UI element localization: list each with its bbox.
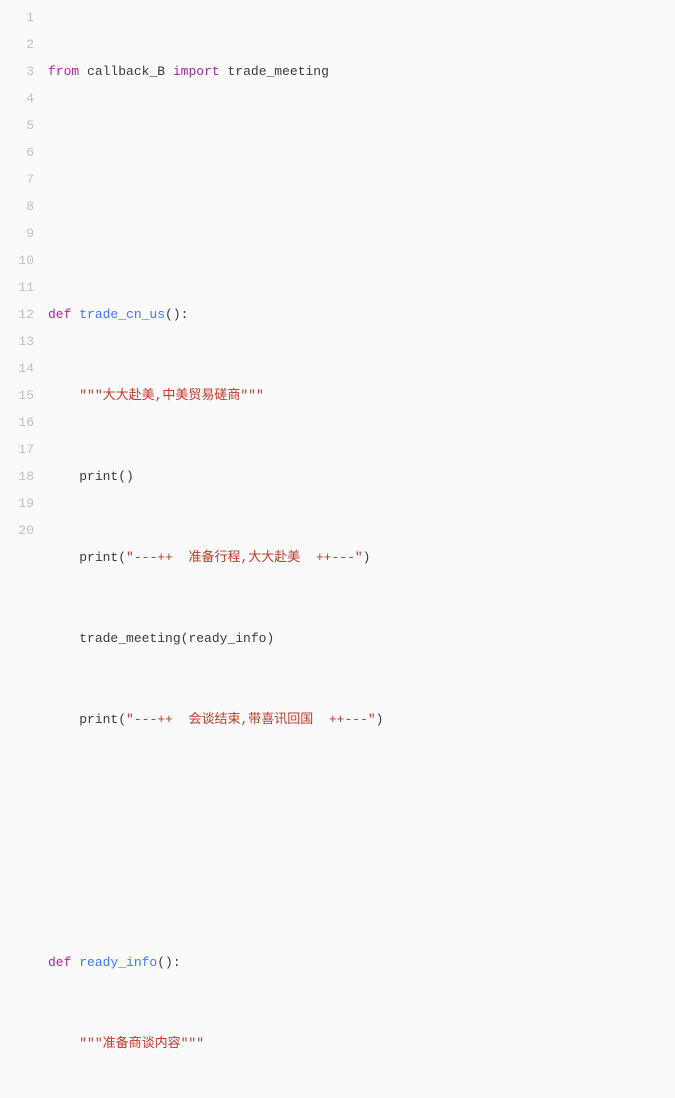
line-number: 15 — [0, 382, 34, 409]
line-number-gutter: 1 2 3 4 5 6 7 8 9 10 11 12 13 14 15 16 1… — [0, 0, 48, 1098]
code-block: 1 2 3 4 5 6 7 8 9 10 11 12 13 14 15 16 1… — [0, 0, 675, 1098]
docstring: """大大赴美,中美贸易磋商""" — [79, 388, 264, 403]
line-number: 18 — [0, 463, 34, 490]
parens: (): — [165, 307, 188, 322]
function-name: ready_info — [79, 955, 157, 970]
import-name: trade_meeting — [227, 64, 328, 79]
line-number: 19 — [0, 490, 34, 517]
module-name: callback_B — [87, 64, 165, 79]
line-number: 17 — [0, 436, 34, 463]
code-line: print("---++ 准备行程,大大赴美 ++---") — [48, 544, 675, 571]
line-number: 11 — [0, 274, 34, 301]
string-literal: "---++ 会谈结束,带喜讯回国 ++---" — [126, 712, 376, 727]
code-line: """大大赴美,中美贸易磋商""" — [48, 382, 675, 409]
arg: ready_info — [188, 631, 266, 646]
code-line — [48, 787, 675, 814]
keyword-def: def — [48, 955, 71, 970]
string-literal: "---++ 准备行程,大大赴美 ++---" — [126, 550, 363, 565]
line-number: 1 — [0, 4, 34, 31]
code-line: from callback_B import trade_meeting — [48, 58, 675, 85]
call-print: print — [79, 712, 118, 727]
line-number: 16 — [0, 409, 34, 436]
line-number: 3 — [0, 58, 34, 85]
code-line: trade_meeting(ready_info) — [48, 625, 675, 652]
call-print: print — [79, 469, 118, 484]
line-number: 7 — [0, 166, 34, 193]
code-line — [48, 868, 675, 895]
line-number: 20 — [0, 517, 34, 544]
close-paren: ) — [376, 712, 384, 727]
code-line: """准备商谈内容""" — [48, 1030, 675, 1057]
line-number: 5 — [0, 112, 34, 139]
keyword-def: def — [48, 307, 71, 322]
call-print: print — [79, 550, 118, 565]
code-line — [48, 220, 675, 247]
function-name: trade_cn_us — [79, 307, 165, 322]
line-number: 2 — [0, 31, 34, 58]
line-number: 4 — [0, 85, 34, 112]
line-number: 12 — [0, 301, 34, 328]
open-paren: ( — [118, 550, 126, 565]
line-number: 14 — [0, 355, 34, 382]
docstring: """准备商谈内容""" — [79, 1036, 204, 1051]
keyword-import: import — [173, 64, 220, 79]
open-paren: ( — [181, 631, 189, 646]
line-number: 6 — [0, 139, 34, 166]
close-paren: ) — [266, 631, 274, 646]
code-line: def ready_info(): — [48, 949, 675, 976]
code-content: from callback_B import trade_meeting def… — [48, 0, 675, 1098]
code-line — [48, 139, 675, 166]
call-trade-meeting: trade_meeting — [79, 631, 180, 646]
line-number: 10 — [0, 247, 34, 274]
parens: () — [118, 469, 134, 484]
code-line: print("---++ 会谈结束,带喜讯回国 ++---") — [48, 706, 675, 733]
line-number: 8 — [0, 193, 34, 220]
code-line: print() — [48, 463, 675, 490]
parens: (): — [157, 955, 180, 970]
line-number: 9 — [0, 220, 34, 247]
close-paren: ) — [363, 550, 371, 565]
code-line: def trade_cn_us(): — [48, 301, 675, 328]
line-number: 13 — [0, 328, 34, 355]
open-paren: ( — [118, 712, 126, 727]
keyword-from: from — [48, 64, 79, 79]
